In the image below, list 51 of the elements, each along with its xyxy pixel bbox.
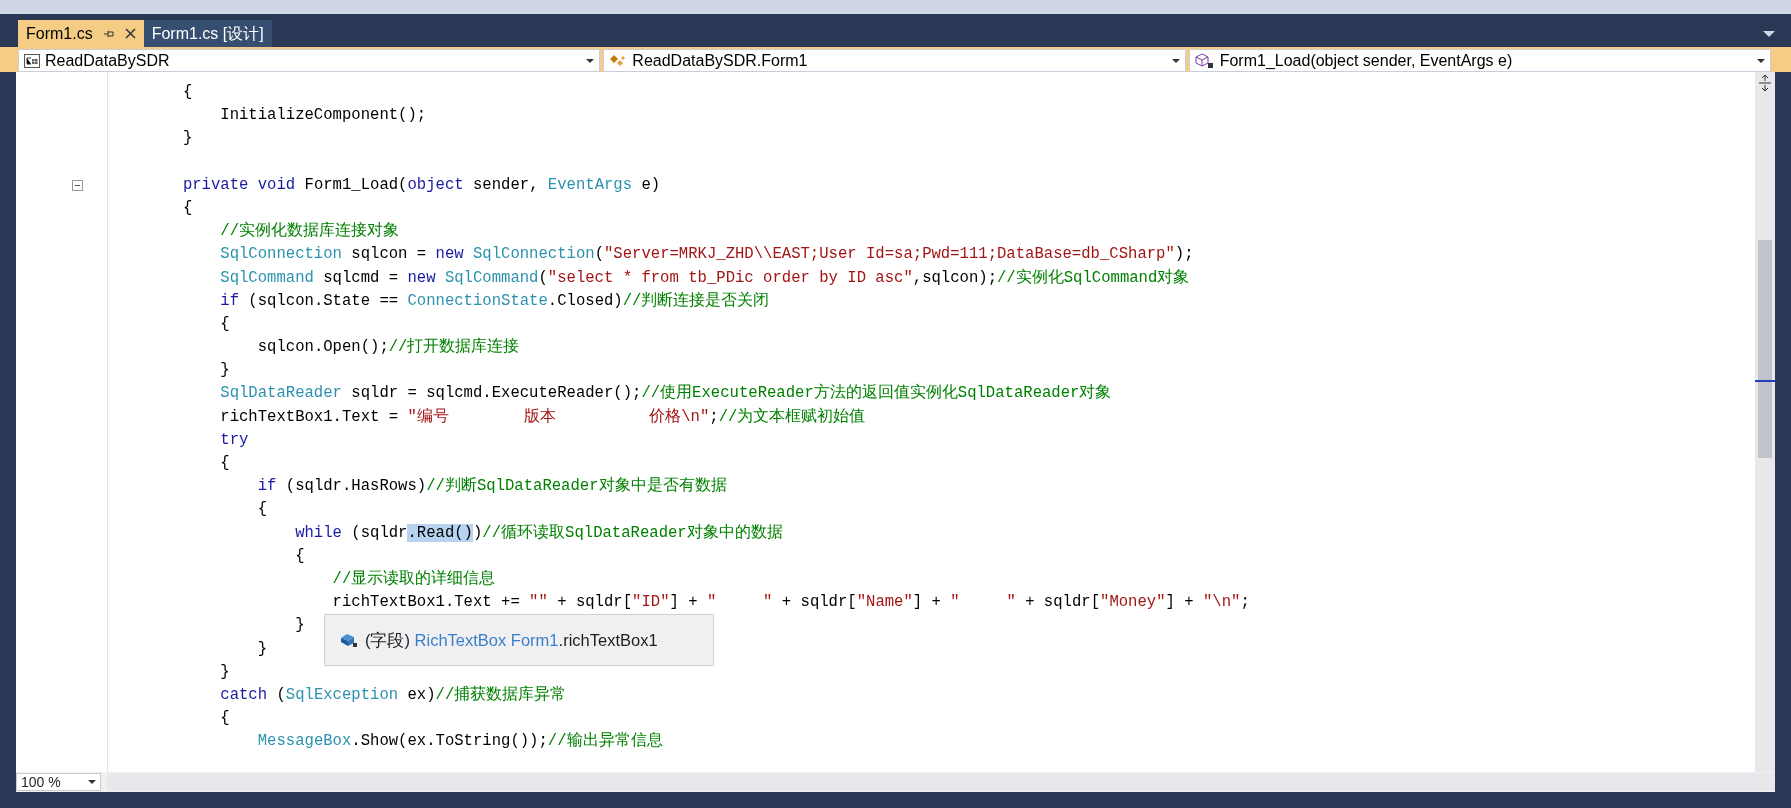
code-line: } <box>257 638 268 660</box>
code-line: catch (SqlException ex)//捕获数据库异常 <box>220 684 567 706</box>
code-line: } <box>220 360 230 382</box>
caret-icon <box>586 58 595 63</box>
class-icon <box>609 53 628 68</box>
code-line: richTextBox1.Text += "" + sqldr["ID"] + " " + sqldr["Name"] + " " + sqldr["Money"] + "\n"; <box>332 592 1250 614</box>
code-line: try <box>220 429 249 451</box>
code-line: } <box>295 615 305 637</box>
method-icon <box>1194 52 1215 69</box>
code-line: MessageBox.Show(ex.ToString());//输出异常信息 <box>257 731 663 753</box>
code-line: richTextBox1.Text = "编号 版本 价格\n";//为文本框赋初始值 <box>220 406 866 428</box>
tab-list-caret-icon[interactable] <box>1763 31 1775 37</box>
editor-tab[interactable]: Form1.cs [设计] <box>143 20 272 47</box>
field-icon <box>339 632 359 648</box>
collapse-icon[interactable] <box>72 179 83 191</box>
code-line: { <box>182 82 193 103</box>
navigation-dropdown[interactable]: Form1_Load(object sender, EventArgs e) <box>1188 49 1771 72</box>
code-line: { <box>220 313 230 335</box>
code-line: { <box>220 453 230 474</box>
vertical-scrollbar[interactable] <box>1755 72 1775 772</box>
code-line: private void Form1_Load(object sender, EventArgs e) <box>182 174 661 196</box>
code-line: } <box>220 661 230 683</box>
tooltip-text: (字段) RichTextBox Form1.richTextBox1 <box>365 629 658 651</box>
caret-icon <box>88 780 96 784</box>
scrollbar-thumb[interactable] <box>1758 240 1772 458</box>
close-icon[interactable] <box>124 28 136 39</box>
code-line: if (sqlcon.State == ConnectionState.Closed)//判断连接是否关闭 <box>220 290 770 312</box>
horizontal-scrollbar[interactable] <box>107 773 1775 791</box>
navigation-dropdown[interactable]: ReadDataBySDR <box>18 49 601 72</box>
code-line: InitializeComponent(); <box>220 105 427 127</box>
csharp-file-icon <box>24 53 40 68</box>
zoom-dropdown[interactable]: 100 % <box>16 773 101 791</box>
split-icon[interactable] <box>1758 75 1772 91</box>
code-line: { <box>182 197 193 219</box>
caret-icon <box>1757 58 1765 63</box>
navigation-dropdown[interactable]: ReadDataBySDR.Form1 <box>603 49 1186 72</box>
code-line: sqlcon.Open();//打开数据库连接 <box>257 336 520 359</box>
editor-tab[interactable]: Form1.cs <box>18 20 144 47</box>
caret-icon <box>1171 58 1180 63</box>
code-line: } <box>182 128 193 150</box>
code-line: if (sqldr.HasRows)//判断SqlDataReader对象中是否有数据 <box>257 475 727 498</box>
code-line: //显示读取的详细信息 <box>332 568 496 590</box>
code-line: SqlCommand sqlcmd = new SqlCommand("select * from tb_PDic order by ID asc",sqlcon);//实例化SqlCommand对象 <box>220 267 1190 289</box>
code-line: SqlDataReader sqldr = sqlcmd.ExecuteReader();//使用ExecuteReader方法的返回值实例化SqlDataReader对象 <box>220 382 1112 405</box>
code-line: while (sqldr.Read())//循环读取SqlDataReader对象中的数据 <box>295 522 783 544</box>
code-line: { <box>220 708 230 730</box>
code-line: { <box>257 499 268 521</box>
code-line: { <box>295 545 305 567</box>
code-line: //实例化数据库连接对象 <box>220 220 399 243</box>
change-marker <box>1755 380 1775 382</box>
code-line: SqlConnection sqlcon = new SqlConnection("Server=MRKJ_ZHD\\EAST;User Id=sa;Pwd=111;DataBase=db_CSharp"); <box>220 244 1194 266</box>
